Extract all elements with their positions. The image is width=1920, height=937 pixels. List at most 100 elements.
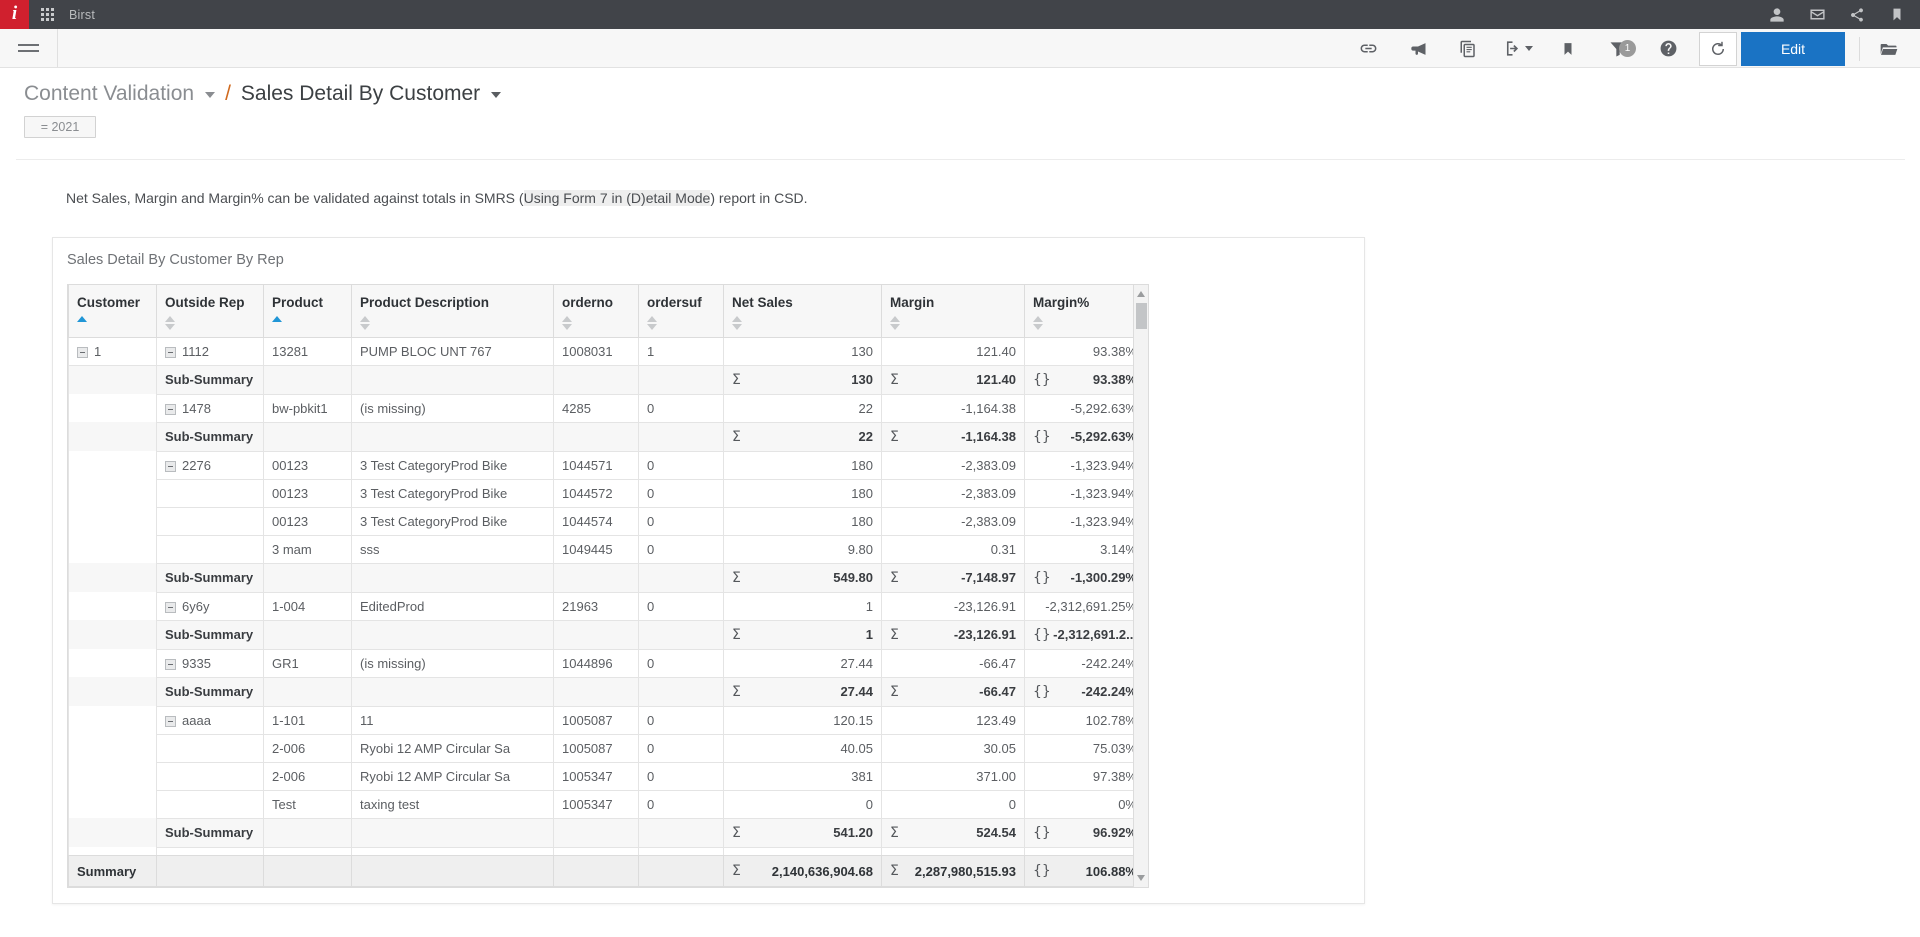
help-icon[interactable] — [1643, 29, 1693, 68]
sort-toggle-icon[interactable] — [732, 316, 743, 330]
subsummary-margin-value: -7,148.97 — [961, 570, 1016, 585]
cell-margin-pct: 97.38% — [1025, 762, 1134, 790]
share-icon[interactable] — [1848, 6, 1866, 24]
subsummary-margin-value: -23,126.91 — [954, 627, 1016, 642]
sort-toggle-icon[interactable] — [360, 316, 371, 330]
link-icon[interactable] — [1343, 29, 1393, 68]
column-header-label: Outside Rep — [165, 295, 245, 310]
mail-icon[interactable] — [1808, 6, 1826, 24]
cell-margin: 371.00 — [882, 762, 1025, 790]
table-row[interactable]: 2276001233 Test CategoryProd Bike1044571… — [69, 451, 1134, 479]
apps-grid-icon[interactable] — [29, 0, 65, 29]
table-row[interactable]: 001233 Test CategoryProd Bike10445740180… — [69, 507, 1134, 535]
table-row[interactable]: 1111213281PUMP BLOC UNT 7671008031113012… — [69, 337, 1134, 365]
report-description: Net Sales, Margin and Margin% can be val… — [16, 160, 1905, 206]
sort-toggle-icon[interactable] — [562, 316, 573, 330]
sort-toggle-icon[interactable] — [890, 316, 901, 330]
breadcrumb-current-chevron-down-icon[interactable] — [491, 92, 501, 98]
column-header-orderno[interactable]: orderno — [554, 285, 639, 337]
cell-product: 00123 — [264, 451, 352, 479]
scroll-down-arrow-icon[interactable] — [1137, 875, 1145, 881]
rep-expander-icon[interactable] — [165, 716, 176, 727]
customer-expander-icon[interactable] — [77, 347, 88, 358]
subsummary-blank-description — [352, 677, 554, 706]
cell-margin-pct: -1,323.94% — [1025, 479, 1134, 507]
sort-ascending-icon[interactable] — [272, 316, 283, 330]
cell-net-sales: 130 — [724, 337, 882, 365]
announce-megaphone-icon[interactable] — [1393, 29, 1443, 68]
cell-margin: -2,383.09 — [882, 451, 1025, 479]
rep-expander-icon[interactable] — [165, 347, 176, 358]
sort-toggle-icon[interactable] — [647, 316, 658, 330]
table-row[interactable]: Testtaxing test10053470000% — [69, 790, 1134, 818]
column-header-ordersuf[interactable]: ordersuf — [639, 285, 724, 337]
summary-margin: Σ2,287,980,515.93 — [882, 856, 1025, 887]
sort-toggle-icon[interactable] — [165, 316, 176, 330]
subsummary-margin: Σ-23,126.91 — [882, 620, 1025, 649]
user-account-icon[interactable] — [1768, 6, 1786, 24]
cell-outside-rep: 6y6y — [157, 592, 264, 620]
sort-ascending-icon[interactable] — [77, 316, 88, 330]
sub-summary-row: Sub-SummaryΣ1Σ-23,126.91{}-2,312,691.2..… — [69, 620, 1134, 649]
cell-outside-rep: 1478 — [157, 394, 264, 422]
column-header-customer[interactable]: Customer — [69, 285, 157, 337]
brand-name: Birst — [69, 8, 95, 22]
cell-outside-rep-value: 1478 — [182, 401, 211, 416]
filter-count-badge: 1 — [1619, 40, 1636, 57]
birst-logo[interactable]: i — [0, 0, 29, 29]
cell-net-sales: 180 — [724, 479, 882, 507]
scroll-up-arrow-icon[interactable] — [1137, 291, 1145, 297]
subsummary-margin: Σ-1,164.38 — [882, 422, 1025, 451]
breadcrumb-current[interactable]: Sales Detail By Customer — [241, 82, 480, 106]
column-header-outside-rep[interactable]: Outside Rep — [157, 285, 264, 337]
rep-expander-icon[interactable] — [165, 602, 176, 613]
cell-outside-rep: 1112 — [157, 337, 264, 365]
subsummary-margin-pct-value: -242.24% — [1081, 684, 1133, 699]
subsummary-net-sales: Σ1 — [724, 620, 882, 649]
column-header-margin[interactable]: Margin% — [1025, 285, 1134, 337]
cell-margin: -66.47 — [882, 649, 1025, 677]
filter-chip-year[interactable]: = 2021 — [24, 116, 96, 138]
refresh-button[interactable] — [1699, 32, 1737, 66]
cell-product: 00123 — [264, 479, 352, 507]
table-row[interactable]: 9335GR1(is missing)1044896027.44-66.47-2… — [69, 649, 1134, 677]
edit-button[interactable]: Edit — [1741, 32, 1845, 66]
column-header-margin[interactable]: Margin — [882, 285, 1025, 337]
subsummary-blank-product — [264, 563, 352, 592]
export-icon[interactable] — [1493, 29, 1543, 68]
table-row[interactable]: 3 mamsss104944509.800.313.14% — [69, 535, 1134, 563]
table-row[interactable]: 2-006Ryobi 12 AMP Circular Sa1005087040.… — [69, 734, 1134, 762]
summary-blank-description — [352, 856, 554, 887]
sort-toggle-icon[interactable] — [1033, 316, 1044, 330]
top-bar-actions — [1768, 0, 1906, 29]
table-row[interactable]: aaaa1-1011110050870120.15123.49102.78% — [69, 706, 1134, 734]
scrollbar-thumb[interactable] — [1136, 303, 1147, 329]
summary-table: Summary Σ2,140,636,904.68 Σ2 — [68, 855, 1133, 887]
rep-expander-icon[interactable] — [165, 461, 176, 472]
folder-icon[interactable] — [1866, 29, 1912, 68]
subsummary-margin-value: 524.54 — [976, 825, 1016, 840]
breadcrumb-parent[interactable]: Content Validation — [24, 82, 194, 106]
breadcrumb-parent-chevron-down-icon[interactable] — [205, 92, 215, 98]
table-vertical-scrollbar[interactable] — [1133, 285, 1148, 887]
table-row[interactable]: 001233 Test CategoryProd Bike10445720180… — [69, 479, 1134, 507]
cell-customer — [69, 649, 157, 677]
table-scroll-area[interactable]: Customer Outside Rep ProductProduct Descri… — [68, 285, 1133, 887]
summary-row: Summary Σ2,140,636,904.68 Σ2 — [69, 856, 1134, 887]
hamburger-menu-icon[interactable] — [0, 29, 58, 67]
copy-document-icon[interactable] — [1443, 29, 1493, 68]
filter-icon[interactable]: 1 — [1593, 29, 1643, 68]
column-header-product-description[interactable]: Product Description — [352, 285, 554, 337]
table-row[interactable]: 2-006Ryobi 12 AMP Circular Sa10053470381… — [69, 762, 1134, 790]
table-row[interactable]: 1478bw-pbkit1(is missing)4285022-1,164.3… — [69, 394, 1134, 422]
table-row[interactable]: 6y6y1-004EditedProd2196301-23,126.91-2,3… — [69, 592, 1134, 620]
rep-expander-icon[interactable] — [165, 659, 176, 670]
bookmark-icon[interactable] — [1888, 6, 1906, 24]
subsummary-net-sales: Σ549.80 — [724, 563, 882, 592]
bookmark-report-icon[interactable] — [1543, 29, 1593, 68]
cell-orderno: 1044572 — [554, 479, 639, 507]
rep-expander-icon[interactable] — [165, 404, 176, 415]
column-header-product[interactable]: Product — [264, 285, 352, 337]
subsummary-blank-ordersuf — [639, 422, 724, 451]
column-header-net-sales[interactable]: Net Sales — [724, 285, 882, 337]
